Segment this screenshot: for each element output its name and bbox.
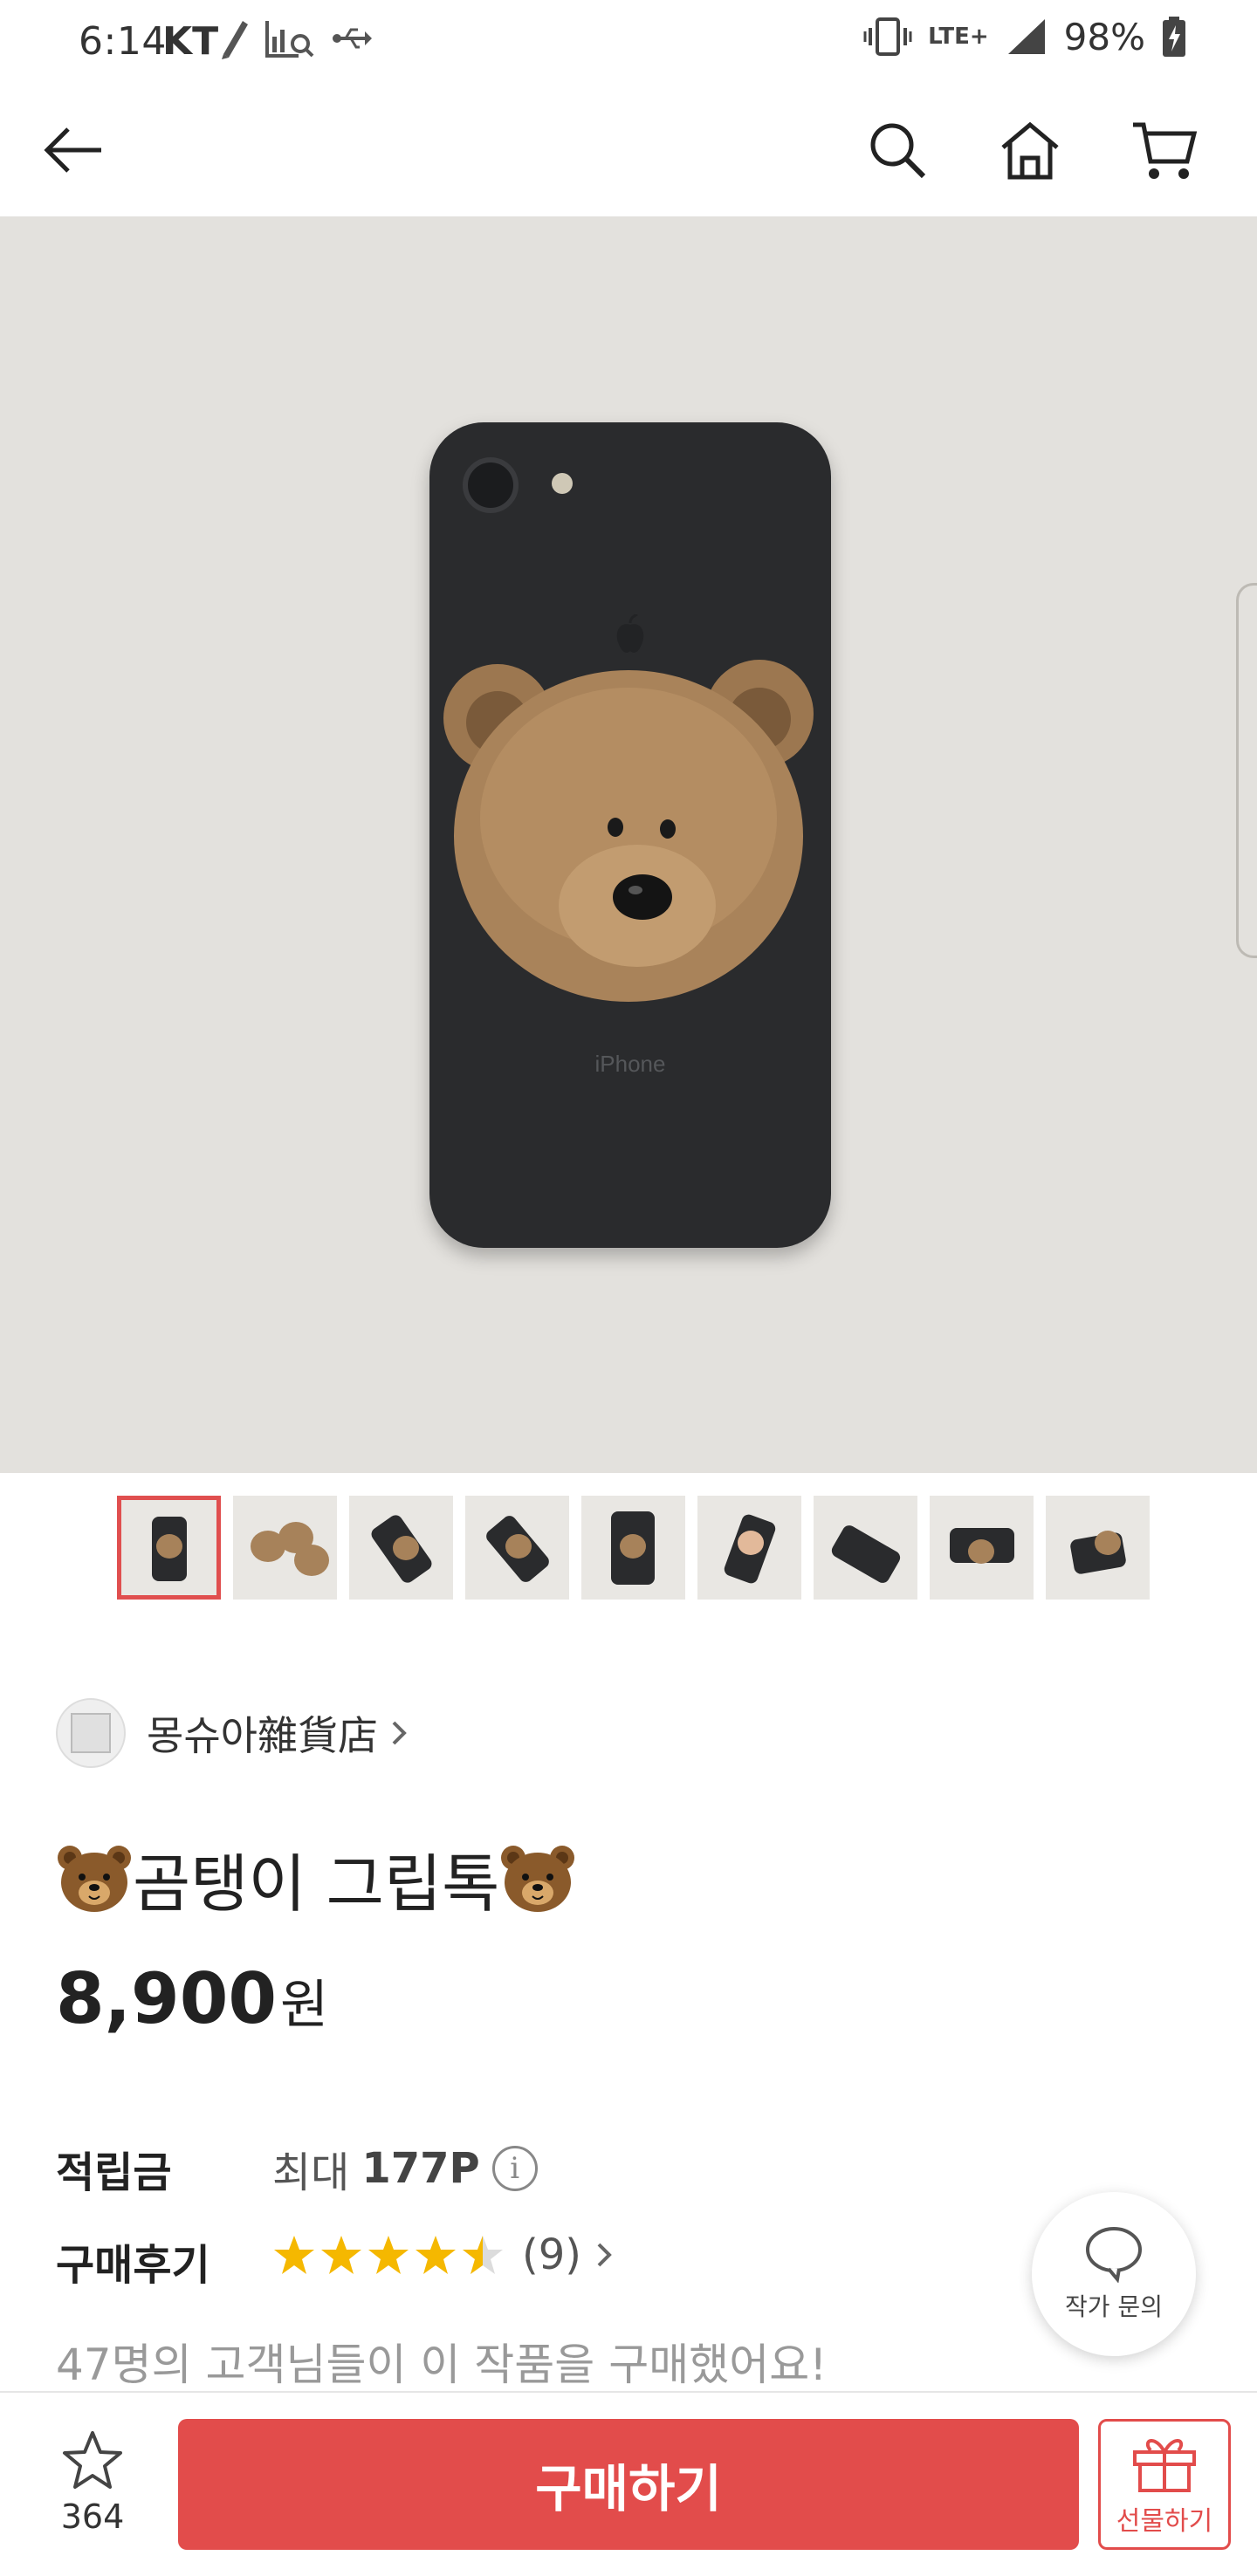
arrow-left-icon bbox=[44, 127, 101, 173]
status-carrier: KT bbox=[162, 19, 219, 64]
points-value: 177P bbox=[361, 2144, 480, 2193]
signal-icon bbox=[1007, 19, 1045, 54]
bear-face-icon bbox=[58, 1845, 131, 1912]
shop-avatar bbox=[56, 1698, 126, 1768]
price-value: 8,900 bbox=[56, 1958, 278, 2039]
status-bar: 6:14 KT LTE+ 98% bbox=[0, 0, 1257, 84]
artist-inquiry-button[interactable]: 작가 문의 bbox=[1032, 2192, 1196, 2356]
star-half-icon bbox=[463, 2236, 503, 2274]
home-icon bbox=[1001, 121, 1059, 180]
product-main-image[interactable]: iPhone bbox=[0, 216, 1257, 1473]
thumbnail[interactable] bbox=[814, 1496, 917, 1600]
chevron-right-icon bbox=[392, 1721, 407, 1745]
thumbnail-strip bbox=[117, 1496, 1150, 1600]
cart-icon bbox=[1133, 122, 1198, 179]
points-label: 적립금 bbox=[56, 2148, 172, 2197]
thumbnail[interactable] bbox=[1046, 1496, 1150, 1600]
thumbnail[interactable] bbox=[581, 1496, 685, 1600]
home-button[interactable] bbox=[995, 115, 1065, 185]
battery-charging-icon bbox=[1163, 17, 1185, 57]
star-full-icon bbox=[274, 2236, 314, 2274]
usb-icon bbox=[333, 28, 372, 49]
app-header bbox=[0, 84, 1257, 216]
back-button[interactable] bbox=[38, 115, 108, 185]
star-full-icon bbox=[416, 2236, 456, 2274]
chevron-right-icon bbox=[597, 2243, 612, 2267]
star-full-icon bbox=[368, 2236, 409, 2274]
battery-percent: 98% bbox=[1063, 15, 1145, 58]
search-button[interactable] bbox=[862, 115, 932, 185]
status-right-icons: LTE+ 98% bbox=[863, 14, 1187, 59]
pen-notification-icon bbox=[222, 21, 248, 59]
network-type: LTE+ bbox=[928, 24, 989, 50]
bear-face-icon bbox=[501, 1845, 575, 1912]
shop-name: 몽슈아雜貨店 bbox=[147, 1712, 378, 1759]
thumbnail[interactable] bbox=[465, 1496, 569, 1600]
status-notification-icons bbox=[218, 16, 374, 61]
thumbnail[interactable] bbox=[930, 1496, 1034, 1600]
gift-button[interactable]: 선물하기 bbox=[1098, 2419, 1231, 2550]
phone-label: iPhone bbox=[594, 1051, 666, 1077]
product-title-text: 곰탱이 그립톡 bbox=[133, 1847, 500, 1921]
cart-button[interactable] bbox=[1130, 115, 1199, 185]
thumbnail[interactable] bbox=[233, 1496, 337, 1600]
buy-button[interactable]: 구매하기 bbox=[178, 2419, 1079, 2550]
shop-link[interactable]: 몽슈아雜貨店 bbox=[56, 1698, 409, 1768]
chat-bubble-icon bbox=[1086, 2227, 1142, 2283]
star-full-icon bbox=[321, 2236, 361, 2274]
thumbnail[interactable] bbox=[697, 1496, 801, 1600]
search-icon bbox=[870, 123, 926, 179]
points-prefix: 최대 bbox=[272, 2148, 350, 2197]
favorite-button[interactable]: 364 bbox=[40, 2429, 145, 2536]
gift-label: 선물하기 bbox=[1116, 2506, 1213, 2537]
carousel-edge bbox=[1236, 583, 1257, 958]
bottom-action-bar: 364 구매하기 선물하기 bbox=[0, 2391, 1257, 2576]
thumbnail[interactable] bbox=[349, 1496, 453, 1600]
star-outline-icon bbox=[63, 2431, 122, 2489]
vibrate-icon bbox=[863, 17, 912, 56]
status-time: 6:14 bbox=[79, 19, 167, 64]
camera-lens bbox=[463, 457, 519, 513]
review-summary[interactable]: (9) bbox=[272, 2230, 615, 2279]
info-icon[interactable]: i bbox=[491, 2146, 538, 2191]
thumbnail[interactable] bbox=[117, 1496, 221, 1600]
bear-grip-photo bbox=[443, 660, 814, 1002]
chart-search-icon bbox=[265, 21, 314, 58]
points-info: 최대 177P i bbox=[272, 2138, 538, 2199]
favorite-count: 364 bbox=[60, 2497, 125, 2536]
gift-icon bbox=[1133, 2439, 1196, 2492]
price: 8,900 원 bbox=[56, 1958, 328, 2039]
artist-inquiry-label: 작가 문의 bbox=[1065, 2292, 1163, 2321]
product-title: 곰탱이 그립톡 bbox=[56, 1833, 576, 1924]
review-count: (9) bbox=[522, 2230, 581, 2279]
review-label: 구매후기 bbox=[56, 2241, 210, 2290]
camera-flash bbox=[552, 473, 573, 494]
rating-stars bbox=[272, 2234, 505, 2276]
buyers-count-text: 47명의 고객님들이 이 작품을 구매했어요! bbox=[56, 2340, 828, 2390]
price-unit: 원 bbox=[280, 1975, 329, 2036]
